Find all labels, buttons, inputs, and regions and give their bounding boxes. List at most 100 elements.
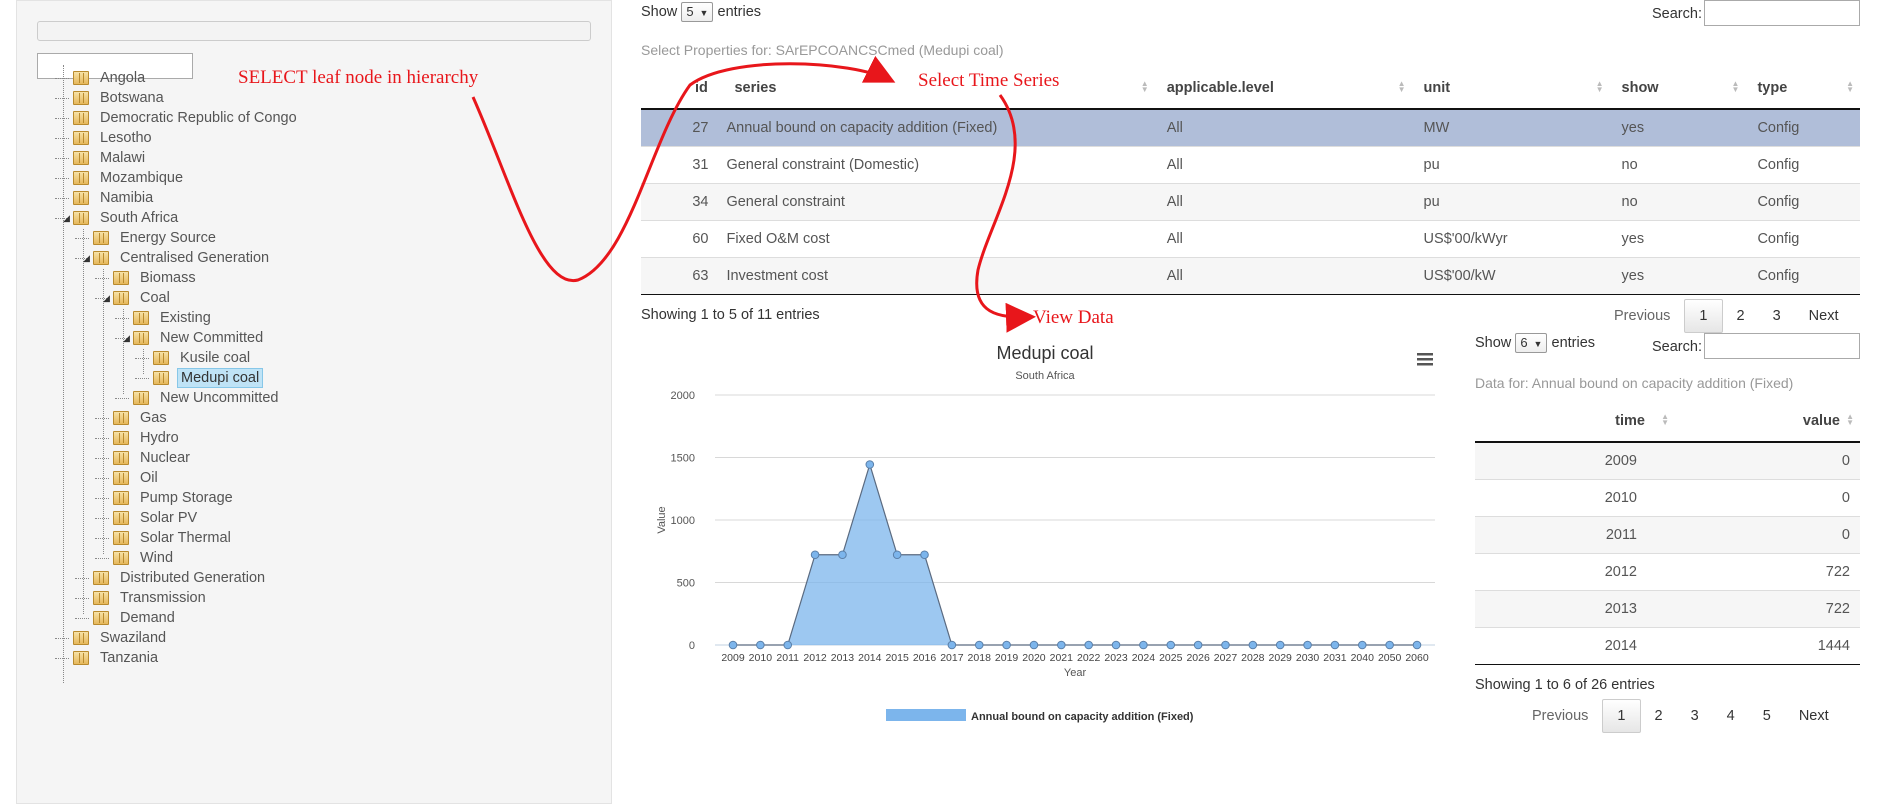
page-button-1[interactable]: 1	[1602, 699, 1641, 733]
data-point[interactable]	[1166, 640, 1176, 650]
properties-row[interactable]: 63 Investment cost All US$'00/kW yes Config	[641, 256, 1860, 295]
properties-row[interactable]: 34 General constraint All pu no Config	[641, 182, 1860, 220]
tree-node-label: Mozambique	[100, 170, 184, 186]
cell-unit: MW	[1411, 108, 1610, 146]
data-row: 2012 722	[1475, 552, 1860, 590]
data-point[interactable]	[1248, 640, 1258, 650]
cell-level: All	[1154, 108, 1412, 146]
cell-value: 722	[1675, 552, 1860, 590]
data-point[interactable]	[1221, 640, 1230, 650]
column-header-time[interactable]: time ▲ ▼	[1475, 400, 1675, 443]
y-tick-label: 1000	[671, 515, 695, 527]
tree-node-label: Tanzania	[100, 650, 159, 666]
tree-node-tanzania[interactable]: Tanzania	[55, 646, 161, 670]
data-point[interactable]	[756, 640, 765, 650]
x-tick-label: 2023	[1104, 652, 1128, 664]
data-point[interactable]	[1357, 640, 1367, 650]
data-point[interactable]	[920, 550, 929, 560]
column-header-applicable-level[interactable]: applicable.level ▲ ▼	[1154, 67, 1412, 110]
page-button-2[interactable]: 2	[1723, 308, 1759, 324]
tree-node-label: Pump Storage	[140, 490, 233, 506]
sort-icon: ▲ ▼	[1595, 79, 1604, 94]
tree-connector	[115, 397, 129, 399]
data-point[interactable]	[728, 640, 738, 650]
page-button-2[interactable]: 2	[1641, 708, 1677, 724]
cell-series: General constraint (Domestic)	[724, 145, 1155, 183]
y-tick-label: 2000	[671, 390, 695, 402]
y-axis-label: Value	[656, 506, 668, 533]
tree-connector	[75, 577, 89, 579]
data-point[interactable]	[892, 550, 902, 560]
cell-id: 31	[641, 145, 725, 183]
tree-connector	[55, 117, 69, 119]
expanded-toggle-icon[interactable]: ◢	[123, 333, 130, 344]
data-point[interactable]	[1029, 640, 1039, 650]
data-point[interactable]	[1139, 640, 1148, 650]
expanded-toggle-icon[interactable]: ◢	[63, 213, 70, 224]
data-point[interactable]	[865, 460, 875, 469]
page-button-1[interactable]: 1	[1684, 299, 1723, 333]
hamburger-menu-icon[interactable]	[1417, 353, 1433, 366]
column-header-type[interactable]: type ▲ ▼	[1745, 67, 1860, 110]
column-header-show[interactable]: show ▲ ▼	[1609, 67, 1746, 110]
data-point[interactable]	[947, 640, 957, 650]
data-show-label: Show	[1475, 334, 1512, 351]
next-button[interactable]: Next	[1785, 708, 1843, 724]
data-point[interactable]	[1330, 640, 1340, 650]
page-button-3[interactable]: 3	[1677, 708, 1713, 724]
data-point[interactable]	[1275, 640, 1285, 650]
data-point[interactable]	[1002, 640, 1011, 650]
data-point[interactable]	[1111, 640, 1121, 650]
expanded-toggle-icon[interactable]: ◢	[83, 253, 90, 264]
column-header-value[interactable]: value ▲ ▼	[1675, 400, 1860, 443]
tree-connector	[55, 177, 69, 179]
data-point[interactable]	[1193, 640, 1203, 650]
tree-connector	[55, 157, 69, 159]
properties-search-input[interactable]	[1704, 0, 1860, 26]
expanded-toggle-icon[interactable]: ◢	[103, 293, 110, 304]
cell-value: 0	[1675, 441, 1860, 479]
data-point[interactable]	[1385, 640, 1394, 650]
folder-icon	[113, 271, 129, 285]
x-tick-label: 2040	[1351, 652, 1375, 664]
chart-legend[interactable]: Annual bound on capacity addition (Fixed…	[886, 709, 1194, 723]
data-point[interactable]	[810, 550, 820, 560]
cell-id: 60	[641, 219, 725, 257]
data-row: 2013 722	[1475, 589, 1860, 627]
properties-row[interactable]: 27 Annual bound on capacity addition (Fix…	[641, 108, 1860, 146]
data-caption: Data for: Annual bound on capacity addit…	[1475, 375, 1794, 391]
page-button-3[interactable]: 3	[1759, 308, 1795, 324]
data-table: time ▲ ▼ value ▲ ▼ 2009 0 2010 0 2011 0 2012 722 2013…	[1475, 400, 1860, 665]
data-row: 2011 0	[1475, 515, 1860, 553]
x-tick-label: 2020	[1022, 652, 1046, 664]
data-point[interactable]	[1412, 640, 1422, 650]
previous-button[interactable]: Previous	[1518, 708, 1602, 724]
tree-node-label: Medupi coal	[177, 368, 264, 388]
column-header-id[interactable]: id	[641, 67, 725, 110]
x-tick-label: 2017	[940, 652, 964, 664]
cell-time: 2013	[1475, 589, 1675, 627]
tree-connector	[55, 97, 69, 99]
tree-node-label: Biomass	[140, 270, 196, 286]
cell-type: Config	[1745, 145, 1860, 183]
page-button-5[interactable]: 5	[1749, 708, 1785, 724]
next-button[interactable]: Next	[1795, 308, 1853, 324]
properties-row[interactable]: 31 General constraint (Domestic) All pu no Co…	[641, 145, 1860, 183]
cell-series: General constraint	[724, 182, 1155, 220]
page-button-4[interactable]: 4	[1713, 708, 1749, 724]
page-length-select[interactable]: 5 ▼	[681, 2, 714, 22]
tree-connector	[75, 237, 89, 239]
data-point[interactable]	[974, 640, 984, 650]
properties-row[interactable]: 60 Fixed O&M cost All US$'00/kWyr yes Config	[641, 219, 1860, 257]
previous-button[interactable]: Previous	[1600, 308, 1684, 324]
data-point[interactable]	[838, 550, 847, 560]
data-point[interactable]	[783, 640, 793, 650]
data-search-input[interactable]	[1704, 333, 1860, 359]
data-point[interactable]	[1057, 640, 1066, 650]
column-header-unit[interactable]: unit ▲ ▼	[1411, 67, 1610, 110]
data-point[interactable]	[1303, 640, 1312, 650]
column-header-series[interactable]: series ▲ ▼	[724, 67, 1155, 110]
data-point[interactable]	[1084, 640, 1093, 650]
data-page-length-select[interactable]: 6 ▼	[1515, 333, 1548, 353]
tree-node-label: Kusile coal	[180, 350, 251, 366]
